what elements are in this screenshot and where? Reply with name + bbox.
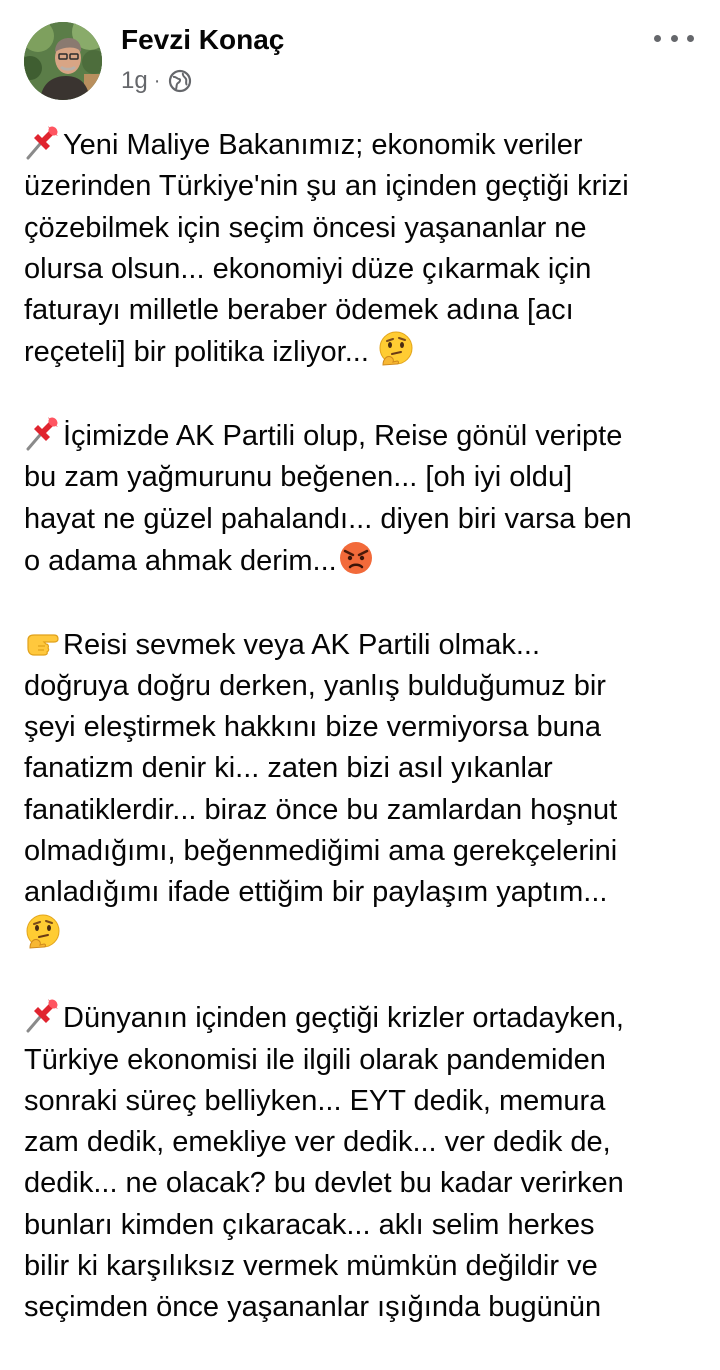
text-line: bunları kimden çıkaracak... aklı selim h… [24,1208,595,1241]
text-line: hayat ne güzel pahalandı... diyen biri v… [24,502,632,535]
text-line: dedik... ne olacak? bu devlet bu kadar v… [24,1167,624,1200]
thinking-face-emoji [24,914,62,950]
text-line [24,914,704,956]
thinking-face-emoji [377,331,415,367]
text-line: anladığımı ifade ettiğim bir paylaşım ya… [24,876,608,909]
text-line: bu zam yağmurunu beğenen... [oh iyi oldu… [24,461,573,494]
post-paragraph: İçimizde AK Partili olup, Reise gönül ve… [24,415,704,582]
text-line: Yeni Maliye Bakanımız; ekonomik veriler [24,124,704,166]
text-line: Reisi sevmek veya AK Partili olmak... [24,624,704,666]
text-line: şeyi eleştirmek hakkını bize vermiyorsa … [24,711,602,744]
text-line: sonraki süreç belliyken... EYT dedik, me… [24,1084,606,1117]
text-line: olmadığımı, beğenmediğimi ama gerekçeler… [24,835,618,868]
post-paragraph: Yeni Maliye Bakanımız; ekonomik veriler … [24,124,704,374]
post-paragraph: Dünyanın içinden geçtiği krizler ortaday… [24,997,704,1328]
post-text: Yeni Maliye Bakanımız; ekonomik veriler … [24,124,704,1370]
pushpin-emoji [24,415,62,451]
pushpin-emoji [24,124,62,160]
more-dot [654,34,661,42]
avatar[interactable] [24,22,102,100]
text-line: o adama ahmak derim... [24,540,704,582]
text-line: çözebilmek için seçim öncesi yaşananlar … [24,211,587,244]
text-line: Dünyanın içinden geçtiği krizler ortaday… [24,997,704,1039]
more-options-icon[interactable] [654,26,694,50]
more-dot [687,34,694,42]
meta-separator: · [153,69,161,92]
text-line: faturayı milletle beraber ödemek adına [… [24,294,574,327]
text-line: seçimden önce yaşananlar ışığında bugünü… [24,1291,602,1324]
more-dot [670,34,678,42]
author-name[interactable]: Fevzi Konaç [121,22,284,58]
angry-face-emoji [337,540,375,576]
pushpin-emoji [24,997,62,1033]
globe-icon[interactable] [168,69,192,93]
text-line: zam dedik, emekliye ver dedik... ver ded… [24,1126,611,1159]
text-line: İçimizde AK Partili olup, Reise gönül ve… [24,415,704,457]
post-timestamp[interactable]: 1g [121,67,148,95]
post-meta: 1g · [121,64,192,98]
pointing-hand-emoji [24,624,62,660]
text-line: üzerinden Türkiye'nin şu an içinden geçt… [24,170,629,203]
text-line: reçeteli] bir politika izliyor... [24,331,704,373]
post-paragraph: Reisi sevmek veya AK Partili olmak... do… [24,624,704,956]
text-line: fanatiklerdir... biraz önce bu zamlardan… [24,793,618,826]
text-line: bilir ki karşılıksız vermek mümkün değil… [24,1250,598,1283]
text-line: Türkiye ekonomisi ile ilgili olarak pand… [24,1043,606,1076]
text-line: olursa olsun... ekonomiyi düze çıkarmak … [24,252,592,285]
text-line: fanatizm denir ki... zaten bizi asıl yık… [24,752,553,785]
post-header: Fevzi Konaç 1g · [0,0,720,110]
text-line: doğruya doğru derken, yanlış bulduğumuz … [24,669,606,702]
